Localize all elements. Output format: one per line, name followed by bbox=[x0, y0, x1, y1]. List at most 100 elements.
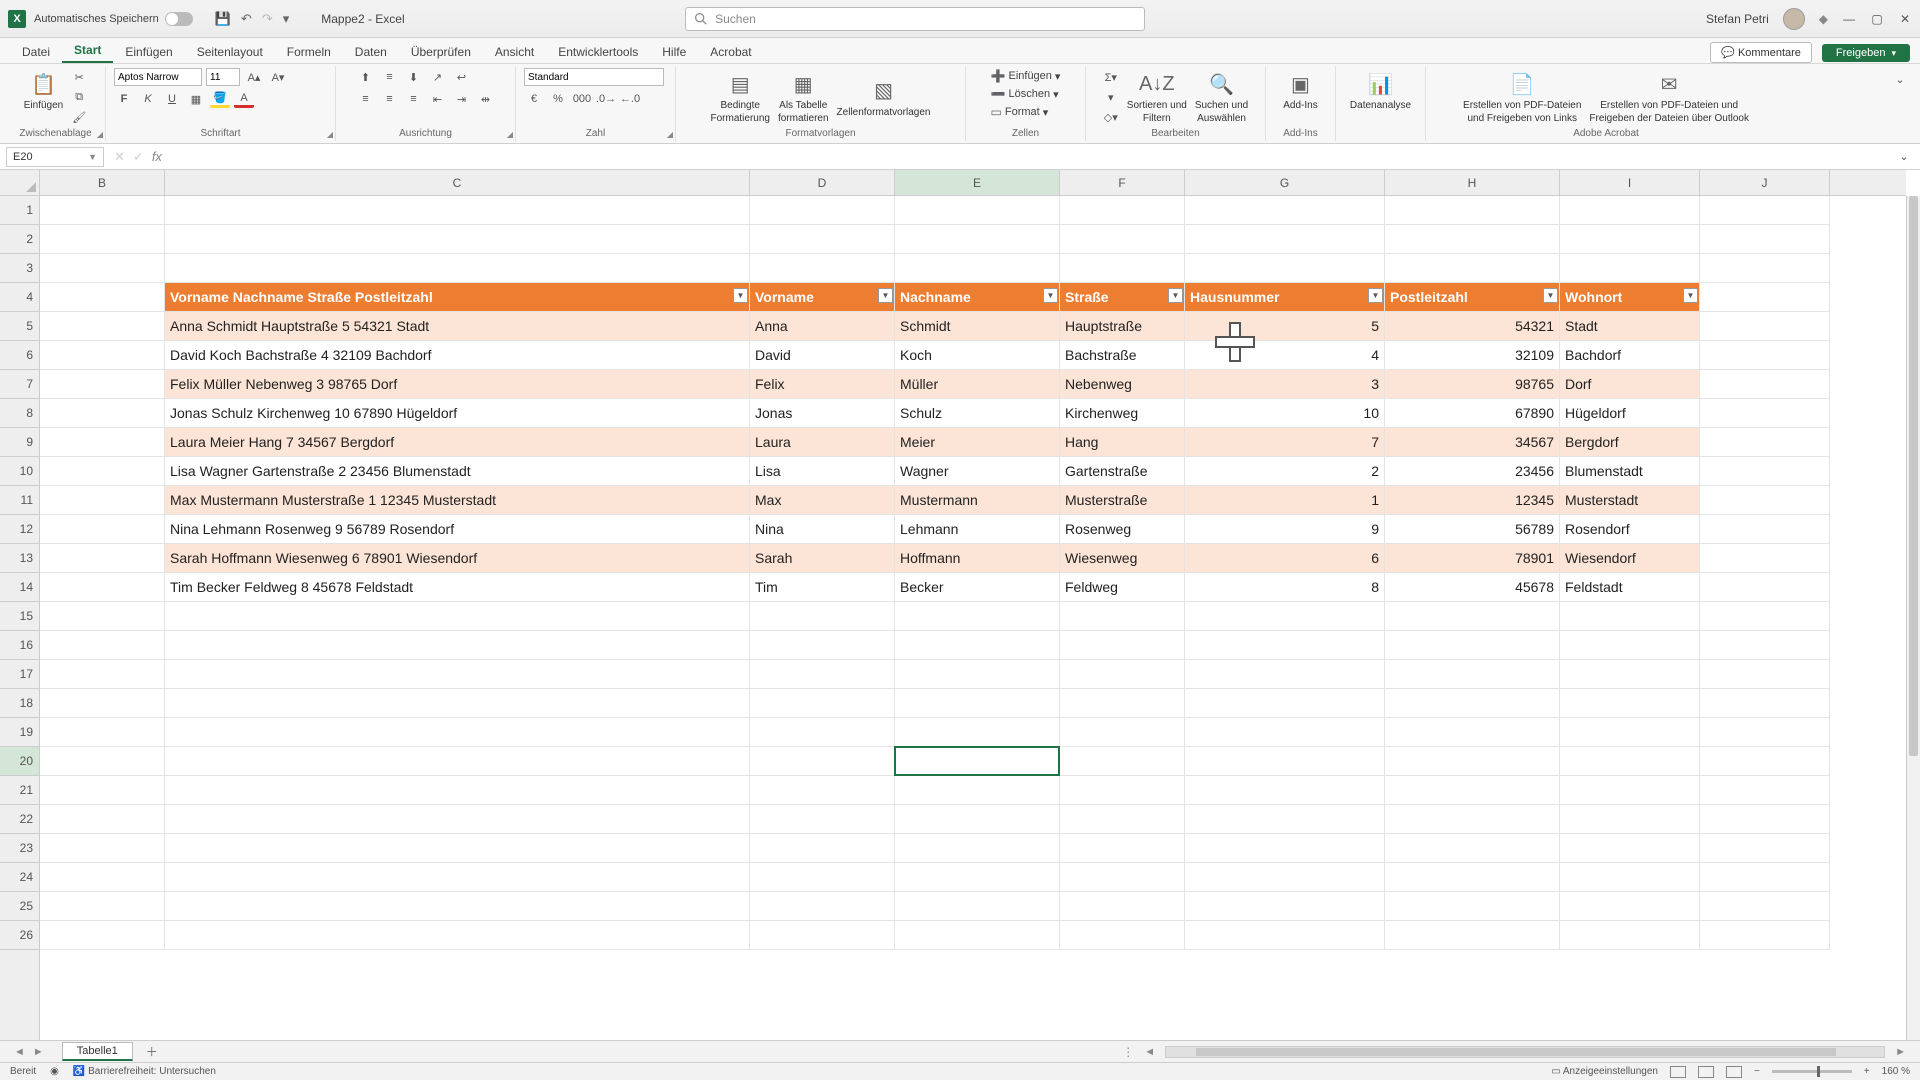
cell-F14[interactable]: Feldweg bbox=[1060, 573, 1185, 602]
cell-D3[interactable] bbox=[750, 254, 895, 283]
cell-B9[interactable] bbox=[40, 428, 165, 457]
row-header-23[interactable]: 23 bbox=[0, 834, 39, 863]
cell-G15[interactable] bbox=[1185, 602, 1385, 631]
analyze-button[interactable]: 📊Datenanalyse bbox=[1348, 68, 1413, 113]
row-header-21[interactable]: 21 bbox=[0, 776, 39, 805]
row-header-18[interactable]: 18 bbox=[0, 689, 39, 718]
row-header-15[interactable]: 15 bbox=[0, 602, 39, 631]
row-header-24[interactable]: 24 bbox=[0, 863, 39, 892]
cell-B14[interactable] bbox=[40, 573, 165, 602]
accessibility-status[interactable]: ♿ Barrierefreiheit: Untersuchen bbox=[73, 1066, 216, 1077]
cell-E3[interactable] bbox=[895, 254, 1060, 283]
avatar[interactable] bbox=[1783, 8, 1805, 30]
redo-icon[interactable]: ↷ bbox=[262, 11, 273, 27]
cell-F2[interactable] bbox=[1060, 225, 1185, 254]
cell-B15[interactable] bbox=[40, 602, 165, 631]
cell-J16[interactable] bbox=[1700, 631, 1830, 660]
cell-E17[interactable] bbox=[895, 660, 1060, 689]
cell-G19[interactable] bbox=[1185, 718, 1385, 747]
cell-I26[interactable] bbox=[1560, 921, 1700, 950]
cancel-formula-icon[interactable]: ✕ bbox=[114, 149, 125, 165]
cell-F20[interactable] bbox=[1060, 747, 1185, 776]
autosave-toggle[interactable]: Automatisches Speichern bbox=[34, 12, 193, 26]
cell-H4[interactable]: Postleitzahl▼ bbox=[1385, 283, 1560, 312]
tab-view[interactable]: Ansicht bbox=[483, 41, 546, 63]
cell-E12[interactable]: Lehmann bbox=[895, 515, 1060, 544]
cell-J7[interactable] bbox=[1700, 370, 1830, 399]
dec-decimal-icon[interactable]: ←.0 bbox=[620, 90, 640, 108]
cell-D16[interactable] bbox=[750, 631, 895, 660]
cell-E21[interactable] bbox=[895, 776, 1060, 805]
worksheet-grid[interactable]: BCDEFGHIJ 123456789101112131415161718192… bbox=[0, 170, 1920, 1044]
cell-H12[interactable]: 56789 bbox=[1385, 515, 1560, 544]
cell-H8[interactable]: 67890 bbox=[1385, 399, 1560, 428]
h-scroll-thumb[interactable] bbox=[1196, 1048, 1836, 1056]
cell-F26[interactable] bbox=[1060, 921, 1185, 950]
cell-G16[interactable] bbox=[1185, 631, 1385, 660]
cell-H9[interactable]: 34567 bbox=[1385, 428, 1560, 457]
cell-G25[interactable] bbox=[1185, 892, 1385, 921]
cell-H21[interactable] bbox=[1385, 776, 1560, 805]
view-normal-icon[interactable] bbox=[1670, 1066, 1686, 1078]
cell-J20[interactable] bbox=[1700, 747, 1830, 776]
cell-I14[interactable]: Feldstadt bbox=[1560, 573, 1700, 602]
cell-H7[interactable]: 98765 bbox=[1385, 370, 1560, 399]
cell-F4[interactable]: Straße▼ bbox=[1060, 283, 1185, 312]
cell-I16[interactable] bbox=[1560, 631, 1700, 660]
cell-D17[interactable] bbox=[750, 660, 895, 689]
display-settings-button[interactable]: ▭ Anzeigeeinstellungen bbox=[1551, 1066, 1658, 1077]
cell-E22[interactable] bbox=[895, 805, 1060, 834]
cell-I10[interactable]: Blumenstadt bbox=[1560, 457, 1700, 486]
row-header-12[interactable]: 12 bbox=[0, 515, 39, 544]
cell-G12[interactable]: 9 bbox=[1185, 515, 1385, 544]
cell-E13[interactable]: Hoffmann bbox=[895, 544, 1060, 573]
cut-icon[interactable]: ✂ bbox=[69, 68, 89, 86]
row-header-1[interactable]: 1 bbox=[0, 196, 39, 225]
v-scrollbar[interactable] bbox=[1906, 196, 1920, 1044]
cell-J12[interactable] bbox=[1700, 515, 1830, 544]
cell-C26[interactable] bbox=[165, 921, 750, 950]
cell-F3[interactable] bbox=[1060, 254, 1185, 283]
cell-C15[interactable] bbox=[165, 602, 750, 631]
cell-J18[interactable] bbox=[1700, 689, 1830, 718]
cell-D15[interactable] bbox=[750, 602, 895, 631]
cell-B23[interactable] bbox=[40, 834, 165, 863]
cell-C9[interactable]: Laura Meier Hang 7 34567 Bergdorf bbox=[165, 428, 750, 457]
hscroll-right-icon[interactable]: ► bbox=[1891, 1046, 1910, 1058]
cell-H10[interactable]: 23456 bbox=[1385, 457, 1560, 486]
cell-H6[interactable]: 32109 bbox=[1385, 341, 1560, 370]
cell-C18[interactable] bbox=[165, 689, 750, 718]
cell-D1[interactable] bbox=[750, 196, 895, 225]
col-header-F[interactable]: F bbox=[1060, 170, 1185, 195]
cell-E9[interactable]: Meier bbox=[895, 428, 1060, 457]
row-header-19[interactable]: 19 bbox=[0, 718, 39, 747]
cell-G11[interactable]: 1 bbox=[1185, 486, 1385, 515]
cell-G20[interactable] bbox=[1185, 747, 1385, 776]
comments-button[interactable]: 💬 Kommentare bbox=[1710, 42, 1812, 63]
cell-G2[interactable] bbox=[1185, 225, 1385, 254]
cell-F21[interactable] bbox=[1060, 776, 1185, 805]
cell-H14[interactable]: 45678 bbox=[1385, 573, 1560, 602]
filter-button[interactable]: ▼ bbox=[733, 288, 748, 303]
row-header-17[interactable]: 17 bbox=[0, 660, 39, 689]
zoom-out-icon[interactable]: − bbox=[1754, 1066, 1760, 1077]
cell-J22[interactable] bbox=[1700, 805, 1830, 834]
col-header-D[interactable]: D bbox=[750, 170, 895, 195]
filter-button[interactable]: ▼ bbox=[1168, 288, 1183, 303]
tab-help[interactable]: Hilfe bbox=[650, 41, 698, 63]
cell-D13[interactable]: Sarah bbox=[750, 544, 895, 573]
row-header-5[interactable]: 5 bbox=[0, 312, 39, 341]
cell-H3[interactable] bbox=[1385, 254, 1560, 283]
cell-H13[interactable]: 78901 bbox=[1385, 544, 1560, 573]
cell-B13[interactable] bbox=[40, 544, 165, 573]
cell-H20[interactable] bbox=[1385, 747, 1560, 776]
row-headers[interactable]: 1234567891011121314151617181920212223242… bbox=[0, 196, 40, 1044]
name-box[interactable]: E20▼ bbox=[6, 147, 104, 167]
cell-E2[interactable] bbox=[895, 225, 1060, 254]
cell-I9[interactable]: Bergdorf bbox=[1560, 428, 1700, 457]
cell-B12[interactable] bbox=[40, 515, 165, 544]
cell-F1[interactable] bbox=[1060, 196, 1185, 225]
cell-H17[interactable] bbox=[1385, 660, 1560, 689]
inc-decimal-icon[interactable]: .0→ bbox=[596, 90, 616, 108]
filter-button[interactable]: ▼ bbox=[1543, 288, 1558, 303]
